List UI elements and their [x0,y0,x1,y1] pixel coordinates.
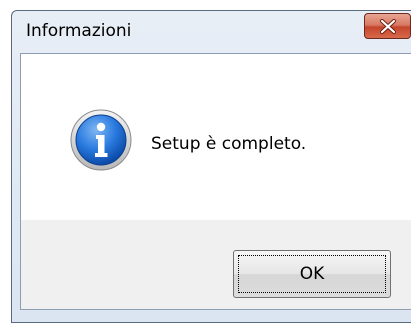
message-text: Setup è completo. [151,134,307,154]
title-bar[interactable]: Informazioni [12,11,411,53]
ok-button-label: OK [238,255,386,293]
message-area: Setup è completo. [21,54,411,220]
dialog-title: Informazioni [26,21,132,41]
information-icon [70,109,132,171]
close-button[interactable] [364,13,411,39]
close-icon [380,19,396,34]
dialog-window: Informazioni Setup è completo. OK [11,10,411,323]
ok-button[interactable]: OK [233,250,391,298]
dialog-client-area: Setup è completo. OK [20,53,411,310]
